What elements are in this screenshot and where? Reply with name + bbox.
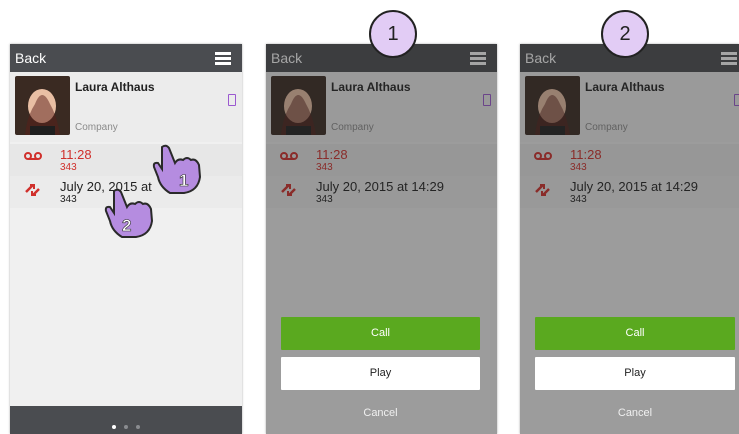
contact-name: Laura Althaus bbox=[75, 80, 155, 94]
hamburger-menu-icon[interactable] bbox=[215, 52, 231, 65]
cancel-button[interactable]: Cancel bbox=[535, 397, 735, 430]
cancel-button[interactable]: Cancel bbox=[281, 397, 480, 430]
phone-screen-history: Back Laura Althaus Company 11:28 343 Jul… bbox=[10, 44, 242, 434]
step-number-badge: 2 bbox=[601, 10, 649, 58]
play-button[interactable]: Play bbox=[281, 357, 480, 390]
phone-screen-action-sheet-1: Back Laura Althaus Company 11:28 343 Jul… bbox=[266, 44, 497, 434]
step-number-badge: 1 bbox=[369, 10, 417, 58]
mobile-device-icon bbox=[228, 94, 236, 106]
pager-dot[interactable] bbox=[124, 425, 128, 429]
voicemail-icon bbox=[24, 152, 42, 160]
call-button[interactable]: Call bbox=[281, 317, 480, 350]
pager-dot-active[interactable] bbox=[112, 425, 116, 429]
pointing-hand-icon-2: 2 bbox=[104, 188, 154, 238]
pager-dot[interactable] bbox=[136, 425, 140, 429]
pager-footer bbox=[10, 406, 242, 434]
play-button[interactable]: Play bbox=[535, 357, 735, 390]
avatar bbox=[15, 76, 70, 135]
item-time: 11:28 bbox=[60, 147, 92, 162]
call-button[interactable]: Call bbox=[535, 317, 735, 350]
hand-number: 1 bbox=[179, 171, 188, 190]
contact-company: Company bbox=[75, 122, 118, 133]
item-number: 343 bbox=[60, 162, 77, 173]
item-number: 343 bbox=[60, 194, 77, 205]
call-arrows-icon bbox=[25, 184, 40, 196]
hand-number: 2 bbox=[122, 216, 131, 235]
pointing-hand-icon-1: 1 bbox=[152, 144, 202, 194]
phone-screen-action-sheet-2: Back Laura Althaus Company 11:28 343 Jul… bbox=[520, 44, 739, 434]
history-item-voicemail[interactable]: 11:28 343 bbox=[10, 144, 242, 176]
contact-card: Laura Althaus Company bbox=[10, 72, 242, 142]
header-bar: Back bbox=[10, 44, 242, 72]
back-button[interactable]: Back bbox=[15, 50, 46, 66]
